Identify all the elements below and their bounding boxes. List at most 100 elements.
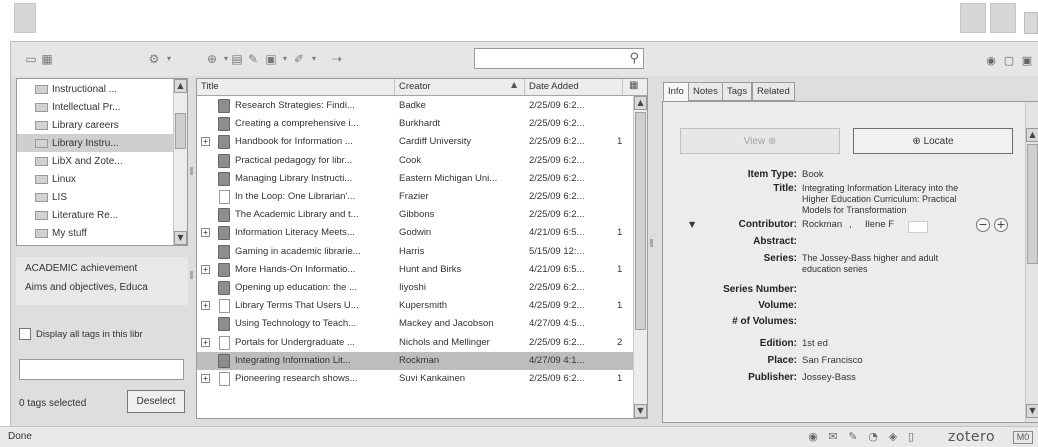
series-value[interactable]: The Jossey-Bass higher and adult educati… <box>802 253 972 275</box>
remove-creator-button[interactable]: − <box>976 218 990 232</box>
contributor-last-name[interactable]: Rockman <box>802 219 842 230</box>
table-row[interactable]: Managing Library Instructi... Eastern Mic… <box>197 170 633 188</box>
cell-title: Integrating Information Lit... <box>235 354 351 366</box>
table-row[interactable]: + Pioneering research shows... Suvi Kankai… <box>197 370 633 388</box>
column-picker-icon[interactable]: ▦ <box>629 80 638 91</box>
gear-icon[interactable]: ⚙ <box>146 51 162 66</box>
table-row[interactable]: Using Technology to Teach... Mackey and J… <box>197 315 633 333</box>
deselect-all-button[interactable]: Deselect <box>127 390 185 413</box>
table-row[interactable]: + Library Terms That Users U... Kupersmith… <box>197 297 633 315</box>
contributor-first-name[interactable]: Ilene F <box>865 219 894 230</box>
table-row[interactable]: + More Hands-On Informatio... Hunt and Bir… <box>197 261 633 279</box>
table-row[interactable]: + Information Literacy Meets... Godwin 4/21… <box>197 224 633 242</box>
tag-filter-input[interactable] <box>19 359 184 380</box>
pane-splitter[interactable] <box>650 239 653 247</box>
title-value[interactable]: Integrating Information Literacy into th… <box>802 183 977 216</box>
collection-item-selected[interactable]: Library Instru... <box>17 134 173 152</box>
sync-icon[interactable]: ◉ <box>985 55 997 67</box>
publisher-value[interactable]: Jossey-Bass <box>802 372 1017 383</box>
table-row[interactable]: Gaming in academic librarie... Harris 5/15… <box>197 243 633 261</box>
scrollbar-thumb[interactable] <box>635 112 646 330</box>
place-value[interactable]: San Francisco <box>802 355 1017 366</box>
browser-button[interactable] <box>990 3 1016 33</box>
scroll-up-icon[interactable]: ▲ <box>1026 128 1038 142</box>
pane-splitter[interactable] <box>190 167 193 175</box>
expand-toggle-icon[interactable]: + <box>201 264 210 274</box>
zotero-status-button[interactable]: zotero <box>948 429 995 445</box>
collection-item[interactable]: LibX and Zote... <box>17 152 173 170</box>
scroll-down-icon[interactable]: ▼ <box>634 404 647 418</box>
collections-scrollbar[interactable]: ▲ ▼ <box>173 79 187 245</box>
item-type-value[interactable]: Book <box>802 169 1017 180</box>
name-mode-toggle[interactable] <box>908 221 928 233</box>
collection-item[interactable]: Instructional ... <box>17 80 173 98</box>
clock-icon[interactable]: ◔ <box>866 430 880 444</box>
fullscreen-icon[interactable]: ▢ <box>1003 55 1015 67</box>
close-icon[interactable]: ▣ <box>1021 55 1033 67</box>
new-collection-icon[interactable]: ▭ <box>23 51 39 66</box>
column-header-title[interactable]: Title <box>197 79 395 95</box>
table-row[interactable]: Creating a comprehensive i... Burkhardt 2/… <box>197 115 633 133</box>
pane-splitter[interactable] <box>190 271 193 279</box>
expand-toggle-icon[interactable]: + <box>201 374 210 383</box>
info-scrollbar[interactable]: ▲ ▼ <box>1025 102 1038 422</box>
table-row[interactable]: In the Loop: One Librarian'... Frazier 2/2… <box>197 188 633 206</box>
status-badge[interactable]: M0 <box>1013 431 1033 444</box>
collection-item[interactable]: LIS <box>17 188 173 206</box>
search-input[interactable]: ⚲ <box>474 48 644 69</box>
shield-icon[interactable]: ◈ <box>886 430 900 444</box>
table-row[interactable]: Research Strategies: Findi... Badke 2/25/0… <box>197 97 633 115</box>
arrow-icon[interactable]: ⇢ <box>329 51 345 66</box>
mail-icon[interactable]: ✉ <box>826 430 840 444</box>
page-icon[interactable]: ▯ <box>904 430 918 444</box>
table-row[interactable]: Opening up education: the ... Iiyoshi 2/25… <box>197 279 633 297</box>
paperclip-icon[interactable]: ✐ <box>291 51 307 66</box>
pin-icon[interactable]: ✎ <box>846 430 860 444</box>
table-row[interactable]: The Academic Library and t... Gibbons 2/25… <box>197 206 633 224</box>
scroll-up-icon[interactable]: ▲ <box>634 96 647 110</box>
display-all-tags-checkbox[interactable]: Display all tags in this libr <box>16 325 188 343</box>
scroll-up-icon[interactable]: ▲ <box>174 79 187 93</box>
new-group-icon[interactable]: ▦ <box>39 51 55 66</box>
view-button[interactable]: View ⊕ <box>680 128 840 154</box>
browser-button[interactable] <box>960 3 986 33</box>
tag-item[interactable]: Aims and objectives, Educa <box>25 282 148 293</box>
expand-toggle-icon[interactable]: + <box>201 301 210 311</box>
link-icon[interactable]: ✎ <box>245 51 261 66</box>
globe-icon[interactable]: ◉ <box>806 430 820 444</box>
scrollbar-thumb[interactable] <box>1027 144 1038 264</box>
collection-item[interactable]: Literature Re... <box>17 206 173 224</box>
table-row[interactable]: + Portals for Undergraduate ... Nichols an… <box>197 334 633 352</box>
checkbox[interactable] <box>19 328 31 340</box>
expand-toggle-icon[interactable]: + <box>201 337 210 347</box>
table-row-selected[interactable]: Integrating Information Lit... Rockman 4/2… <box>197 351 633 370</box>
collection-item[interactable]: Intellectual Pr... <box>17 98 173 116</box>
scrollbar-thumb[interactable] <box>175 113 186 149</box>
expand-toggle-icon[interactable]: + <box>201 228 210 238</box>
browser-menu-button[interactable] <box>1024 12 1038 34</box>
collection-item[interactable]: My stuff <box>17 224 173 242</box>
chevron-down-icon[interactable]: ▾ <box>306 51 322 66</box>
column-header-creator[interactable]: Creator <box>395 79 525 95</box>
chevron-down-icon[interactable]: ▾ <box>161 51 177 66</box>
table-row[interactable]: Practical pedagogy for libr... Cook 2/25/0… <box>197 152 633 170</box>
add-creator-button[interactable]: + <box>994 218 1008 232</box>
tab-notes[interactable]: Notes <box>688 82 723 101</box>
tag-item[interactable]: ACADEMIC achievement <box>25 263 137 274</box>
browser-button[interactable] <box>14 3 36 33</box>
new-note-icon[interactable]: ▤ <box>229 51 245 66</box>
collection-item[interactable]: Linux <box>17 170 173 188</box>
tab-tags[interactable]: Tags <box>722 82 753 101</box>
scroll-down-icon[interactable]: ▼ <box>174 231 187 245</box>
locate-button[interactable]: ⊕ Locate <box>853 128 1013 154</box>
table-row[interactable]: + Handbook for Information ... Cardiff Uni… <box>197 133 633 151</box>
tab-info[interactable]: Info <box>663 82 689 101</box>
collection-item[interactable]: Library careers <box>17 116 173 134</box>
column-header-date-added[interactable]: Date Added <box>525 79 623 95</box>
contributor-label[interactable]: Contributor: <box>683 219 797 230</box>
scroll-down-icon[interactable]: ▼ <box>1026 404 1038 418</box>
items-scrollbar[interactable]: ▲ ▼ <box>633 96 647 418</box>
tab-related[interactable]: Related <box>752 82 795 101</box>
edition-value[interactable]: 1st ed <box>802 338 1017 349</box>
expand-toggle-icon[interactable]: + <box>201 137 210 147</box>
